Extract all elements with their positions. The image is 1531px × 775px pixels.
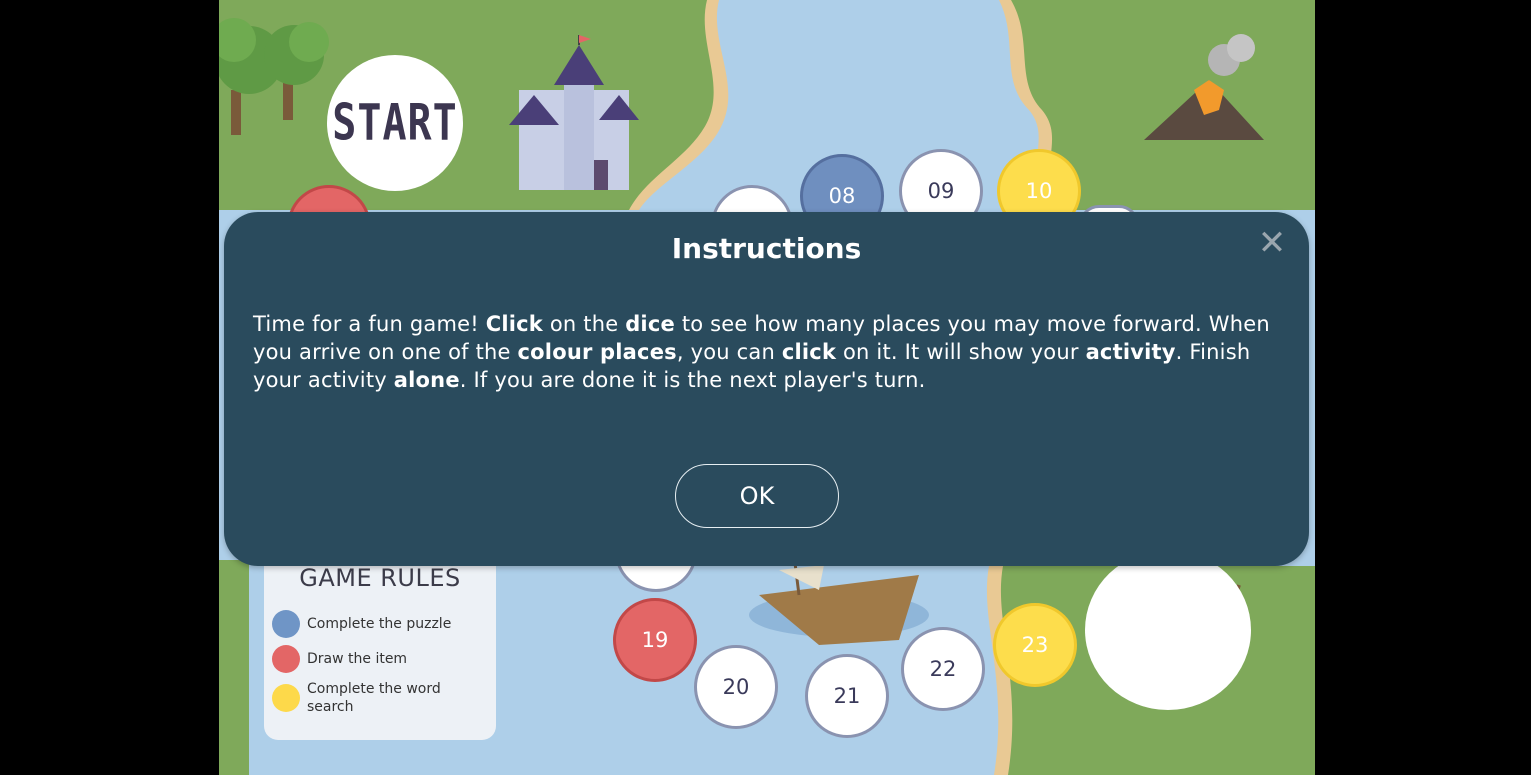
instructions-emphasis: dice [625,312,675,336]
rule-text: Complete the word search [307,681,441,715]
shipwreck-illustration [749,554,929,645]
close-icon[interactable]: ✕ [1255,226,1289,260]
finish-space [1085,550,1251,710]
instructions-segment: Time for a fun game! [253,312,486,336]
board-space[interactable]: 23 [993,603,1077,687]
game-rules-title: GAME RULES [299,564,461,592]
instructions-segment: on the [542,312,626,336]
instructions-emphasis: click [781,340,837,364]
game-rules-card: GAME RULES Complete the puzzle Draw the … [264,540,496,740]
instructions-text: Time for a fun game! Click on the dice t… [253,310,1293,394]
board-space[interactable]: 21 [805,654,889,738]
rule-item: Complete the puzzle [272,610,467,638]
dialog-title: Instructions [671,232,862,265]
instructions-dialog: Instructions ✕ Time for a fun game! Clic… [224,212,1309,566]
rule-color-dot [272,684,300,712]
board-space[interactable]: 22 [901,627,985,711]
rule-item: Draw the item [272,645,467,673]
instructions-emphasis: colour places [517,340,677,364]
instructions-emphasis: alone [393,368,460,392]
rule-text: Complete the puzzle [307,616,452,632]
rule-color-dot [272,645,300,673]
start-label: START [332,94,458,152]
rule-text: Draw the item [307,651,408,667]
rule-item: Complete the word search [272,680,467,716]
board-space[interactable]: 19 [613,598,697,682]
instructions-segment: . If you are done it is the next player'… [459,368,926,392]
start-space: START [327,55,463,191]
board-space[interactable]: 20 [694,645,778,729]
instructions-emphasis: activity [1085,340,1176,364]
rule-color-dot [272,610,300,638]
instructions-segment: , you can [676,340,782,364]
ok-button[interactable]: OK [675,464,839,528]
instructions-emphasis: Click [485,312,543,336]
instructions-segment: on it. It will show your [836,340,1086,364]
